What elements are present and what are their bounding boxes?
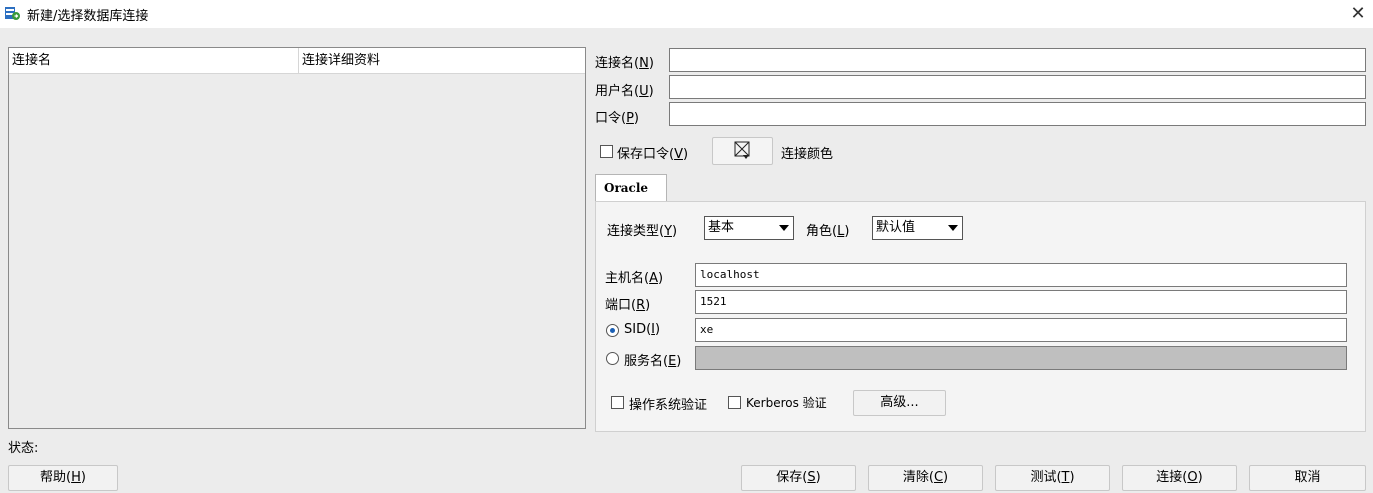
service-name-label[interactable]: 服务名(E) (624, 350, 681, 369)
tab-oracle[interactable]: Oracle (595, 174, 667, 202)
status-label: 状态: (8, 441, 39, 456)
role-value: 默认值 (876, 220, 916, 235)
port-label: 端口(R) (605, 298, 651, 313)
window-title: 新建/选择数据库连接 (27, 9, 149, 24)
sid-input[interactable]: xe (695, 318, 1347, 342)
advanced-button[interactable]: 高级... (853, 390, 946, 416)
test-button[interactable]: 测试(T) (995, 465, 1110, 491)
conn-type-value: 基本 (708, 220, 735, 235)
os-auth-checkbox[interactable] (611, 396, 624, 409)
sid-label[interactable]: SID(I) (624, 322, 660, 337)
sid-radio[interactable] (606, 324, 619, 337)
cancel-button[interactable]: 取消 (1249, 465, 1366, 491)
kerberos-checkbox[interactable] (728, 396, 741, 409)
conn-name-input[interactable] (669, 48, 1366, 72)
column-header-connection-details[interactable]: 连接详细资料 (299, 48, 585, 74)
connection-color-label: 连接颜色 (781, 147, 834, 162)
role-label: 角色(L) (806, 224, 850, 239)
title-bar: 新建/选择数据库连接 ✕ (0, 0, 1373, 28)
help-button[interactable]: 帮助(H) (8, 465, 118, 491)
column-header-connection-name[interactable]: 连接名 (9, 48, 299, 74)
port-input[interactable]: 1521 (695, 290, 1347, 314)
service-name-input (695, 346, 1347, 370)
color-picker-icon (734, 141, 750, 159)
save-password-checkbox[interactable] (600, 145, 613, 158)
database-app-icon (5, 7, 20, 20)
clear-button[interactable]: 清除(C) (868, 465, 983, 491)
kerberos-label[interactable]: Kerberos 验证 (746, 394, 827, 411)
connection-list-header: 连接名 连接详细资料 (9, 48, 585, 74)
save-password-label[interactable]: 保存口令(V) (617, 143, 688, 162)
chevron-down-icon (948, 225, 958, 231)
connection-color-button[interactable] (712, 137, 773, 165)
username-input[interactable] (669, 75, 1366, 99)
role-select[interactable]: 默认值 (872, 216, 963, 240)
os-auth-label[interactable]: 操作系统验证 (629, 394, 707, 413)
username-label: 用户名(U) (595, 84, 654, 99)
password-label: 口令(P) (595, 111, 639, 126)
password-input[interactable] (669, 102, 1366, 126)
service-name-radio[interactable] (606, 352, 619, 365)
conn-type-select[interactable]: 基本 (704, 216, 794, 240)
save-button[interactable]: 保存(S) (741, 465, 856, 491)
hostname-label: 主机名(A) (605, 271, 664, 286)
close-icon[interactable]: ✕ (1346, 2, 1370, 26)
connection-list-table[interactable]: 连接名 连接详细资料 (8, 47, 586, 429)
chevron-down-icon (779, 225, 789, 231)
conn-type-label: 连接类型(Y) (607, 224, 678, 239)
conn-name-label: 连接名(N) (595, 56, 654, 71)
connect-button[interactable]: 连接(O) (1122, 465, 1237, 491)
hostname-input[interactable]: localhost (695, 263, 1347, 287)
